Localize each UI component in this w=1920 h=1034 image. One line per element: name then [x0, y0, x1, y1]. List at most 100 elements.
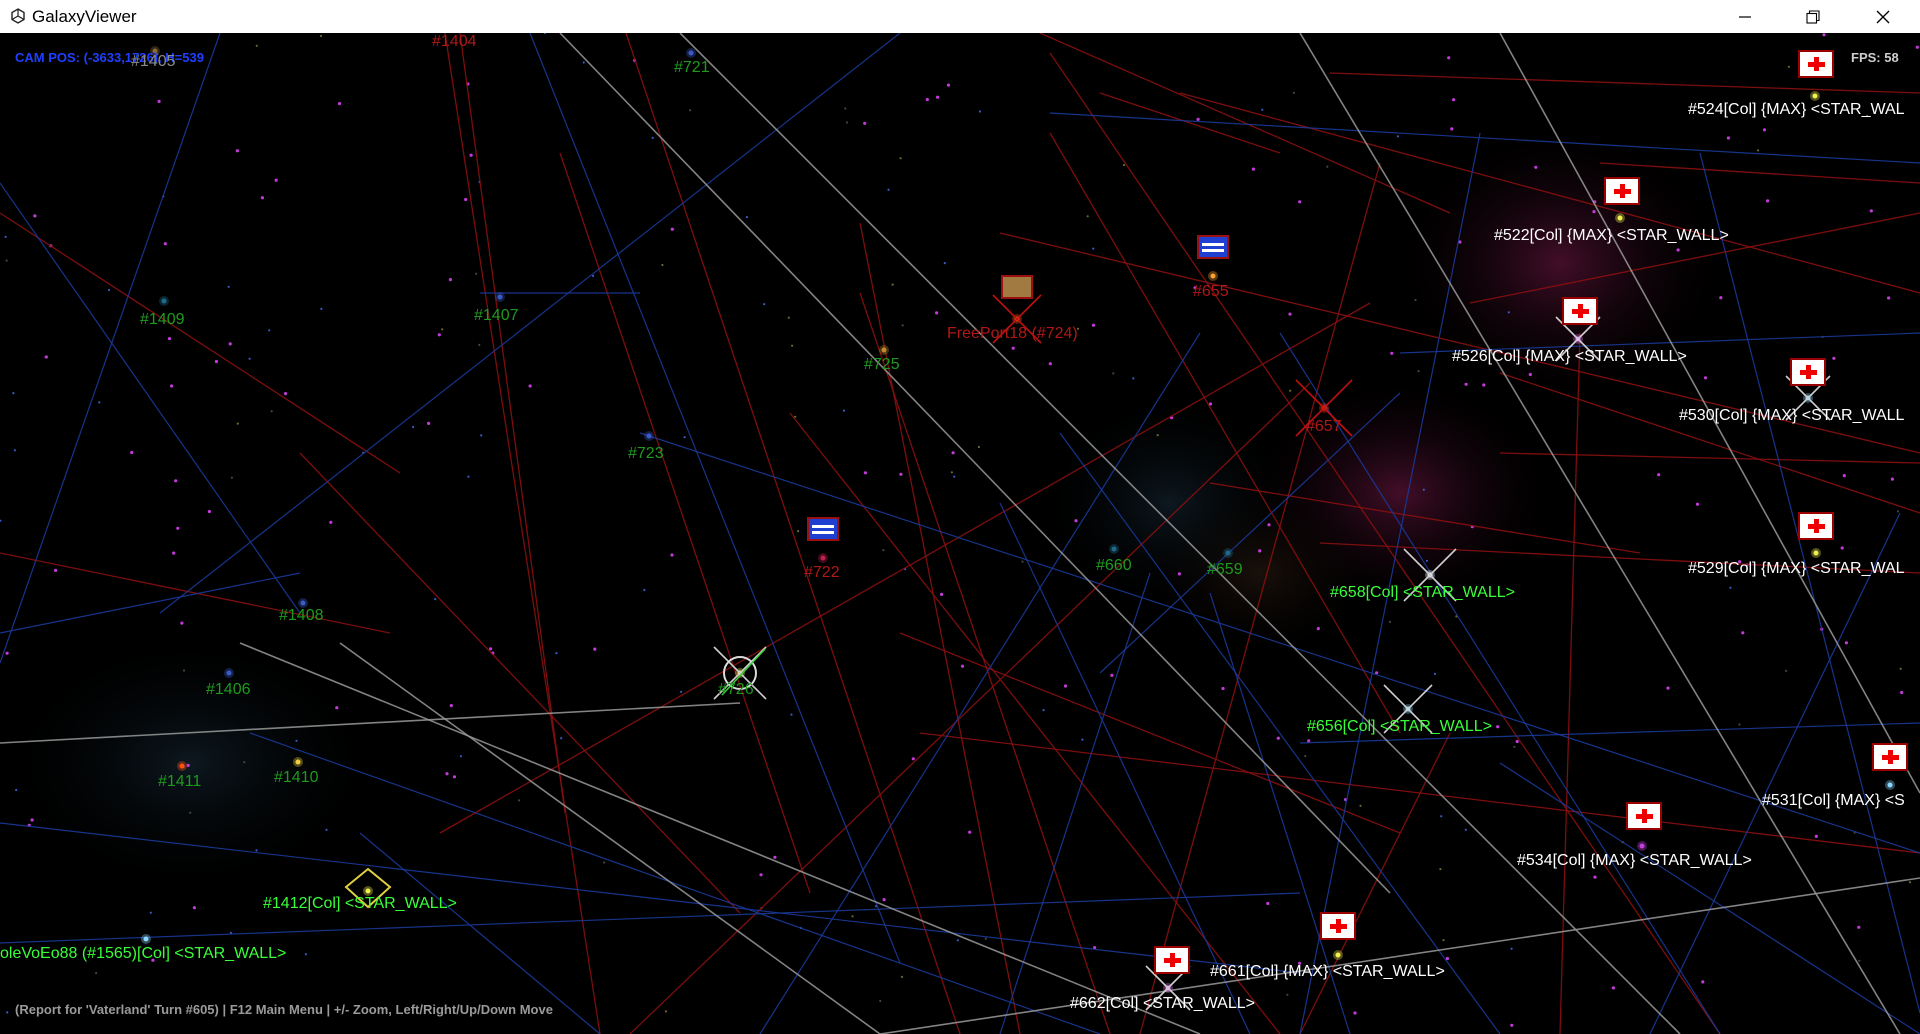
star-dot: [661, 263, 664, 267]
hyperlane-blue: [159, 33, 901, 614]
system-label-1409[interactable]: #1409: [140, 311, 185, 329]
star-core: [1887, 782, 1893, 788]
star-dot: [1464, 382, 1468, 386]
system-label-658[interactable]: #658[Col] <STAR_WALL>: [1330, 584, 1515, 602]
system-label-522[interactable]: #522[Col] {MAX} <STAR_WALL>: [1494, 227, 1729, 245]
hyperlane-blue: [529, 33, 901, 964]
star-dot: [1307, 739, 1311, 743]
system-label-1408[interactable]: #1408: [279, 607, 324, 625]
system-label-534[interactable]: #534[Col] {MAX} <STAR_WALL>: [1517, 852, 1752, 870]
flag-icon-526[interactable]: [1562, 297, 1598, 325]
star-dot: [1316, 627, 1320, 631]
star-dot: [1021, 560, 1024, 563]
star-dot: [1528, 372, 1532, 377]
hyperlane-red: [559, 152, 811, 894]
star-dot: [1729, 586, 1732, 589]
maximize-button[interactable]: [1778, 0, 1848, 33]
star-core: [1111, 546, 1117, 552]
system-label-721[interactable]: #721: [674, 59, 710, 77]
system-label-1565[interactable]: oleVoEo88 (#1565)[Col] <STAR_WALL>: [0, 945, 286, 963]
star-core: [300, 600, 306, 606]
star-core: [365, 888, 371, 894]
hyperlane-blue: [1649, 512, 1901, 1034]
flag-icon-655[interactable]: [1197, 235, 1229, 259]
system-label-659[interactable]: #659: [1207, 561, 1243, 579]
system-label-526[interactable]: #526[Col] {MAX} <STAR_WALL>: [1452, 348, 1687, 366]
system-label-1404[interactable]: #1404: [432, 33, 477, 51]
star-dot: [1081, 738, 1084, 741]
star-dot: [1048, 362, 1052, 366]
flag-icon-662[interactable]: [1154, 946, 1190, 974]
star-dot: [1450, 127, 1454, 131]
star-dot: [1086, 215, 1089, 218]
flag-icon-522[interactable]: [1604, 177, 1640, 205]
star-dot: [1091, 323, 1096, 327]
system-label-655[interactable]: #655: [1193, 283, 1229, 301]
star-core: [1335, 952, 1341, 958]
system-label-724[interactable]: FreePort18 (#724): [947, 325, 1078, 343]
star-dot: [1266, 901, 1270, 906]
system-label-725[interactable]: #725: [864, 356, 900, 374]
star-dot: [940, 592, 944, 597]
system-label-661[interactable]: #661[Col] {MAX} <STAR_WALL>: [1210, 963, 1445, 981]
star-dot: [664, 1010, 668, 1013]
system-label-1405[interactable]: #1405: [131, 53, 176, 71]
unity-icon: [11, 8, 25, 24]
star-dot: [680, 690, 683, 693]
star-dot: [1676, 248, 1680, 252]
flag-icon-531[interactable]: [1872, 743, 1908, 771]
flag-icon-524[interactable]: [1798, 50, 1834, 78]
star-dot: [518, 799, 521, 802]
star-dot: [248, 357, 251, 360]
hyperlane-red: [1099, 92, 1281, 154]
star-dot: [1900, 690, 1904, 695]
star-dot: [335, 706, 339, 710]
system-label-1412[interactable]: #1412[Col] <STAR_WALL>: [263, 895, 457, 913]
system-label-656[interactable]: #656[Col] <STAR_WALL>: [1307, 718, 1492, 736]
star-dot: [560, 737, 563, 740]
star-dot: [5, 651, 9, 655]
minimize-button[interactable]: [1710, 0, 1780, 33]
hyperlane-red: [1499, 372, 1920, 514]
system-label-1407[interactable]: #1407: [474, 307, 519, 325]
flag-icon-722[interactable]: [807, 517, 839, 541]
star-dot: [593, 647, 597, 651]
system-label-1410[interactable]: #1410: [274, 769, 319, 787]
flag-icon-530[interactable]: [1790, 358, 1826, 386]
flag-icon-534[interactable]: [1626, 802, 1662, 830]
system-label-524[interactable]: #524[Col] {MAX} <STAR_WAL: [1688, 101, 1905, 119]
system-label-657[interactable]: #657: [1306, 418, 1342, 436]
system-label-726[interactable]: #726: [718, 681, 754, 699]
galaxy-viewport[interactable]: CAM POS: (-3633,1726), H=539 FPS: 58 (Re…: [0, 33, 1920, 1034]
system-label-722[interactable]: #722: [804, 564, 840, 582]
star-dot: [0, 519, 2, 522]
flag-icon-661[interactable]: [1320, 912, 1356, 940]
system-label-529[interactable]: #529[Col] {MAX} <STAR_WAL: [1688, 560, 1905, 578]
window-title: GalaxyViewer: [32, 7, 137, 26]
flag-icon-724[interactable]: [1001, 275, 1033, 299]
star-dot: [445, 772, 449, 776]
status-bar-text: (Report for 'Vaterland' Turn #605) | F12…: [15, 1002, 553, 1017]
system-label-531[interactable]: #531[Col] {MAX} <S: [1762, 792, 1905, 810]
window-titlebar[interactable]: GalaxyViewer: [0, 0, 1920, 33]
star-dot: [882, 549, 885, 552]
system-label-662[interactable]: #662[Col] <STAR_WALL>: [1070, 995, 1255, 1013]
close-button[interactable]: [1848, 0, 1918, 33]
star-dot: [337, 102, 342, 106]
system-label-1411[interactable]: #1411: [158, 773, 201, 791]
flag-icon-529[interactable]: [1798, 512, 1834, 540]
system-label-723[interactable]: #723: [628, 445, 664, 463]
star-dot: [1433, 672, 1437, 676]
star-dot: [978, 110, 982, 113]
star-dot: [1258, 549, 1262, 553]
star-dot: [1496, 725, 1500, 729]
star-dot: [1726, 136, 1730, 140]
system-label-660[interactable]: #660: [1096, 557, 1132, 575]
star-dot: [1390, 351, 1394, 355]
star-dot: [1510, 1023, 1514, 1027]
star-dot: [1890, 477, 1894, 481]
star-dot: [899, 472, 903, 476]
system-label-530[interactable]: #530[Col] {MAX} <STAR_WALL: [1679, 407, 1904, 425]
system-label-1406[interactable]: #1406: [206, 681, 251, 699]
star-dot: [1326, 165, 1329, 168]
